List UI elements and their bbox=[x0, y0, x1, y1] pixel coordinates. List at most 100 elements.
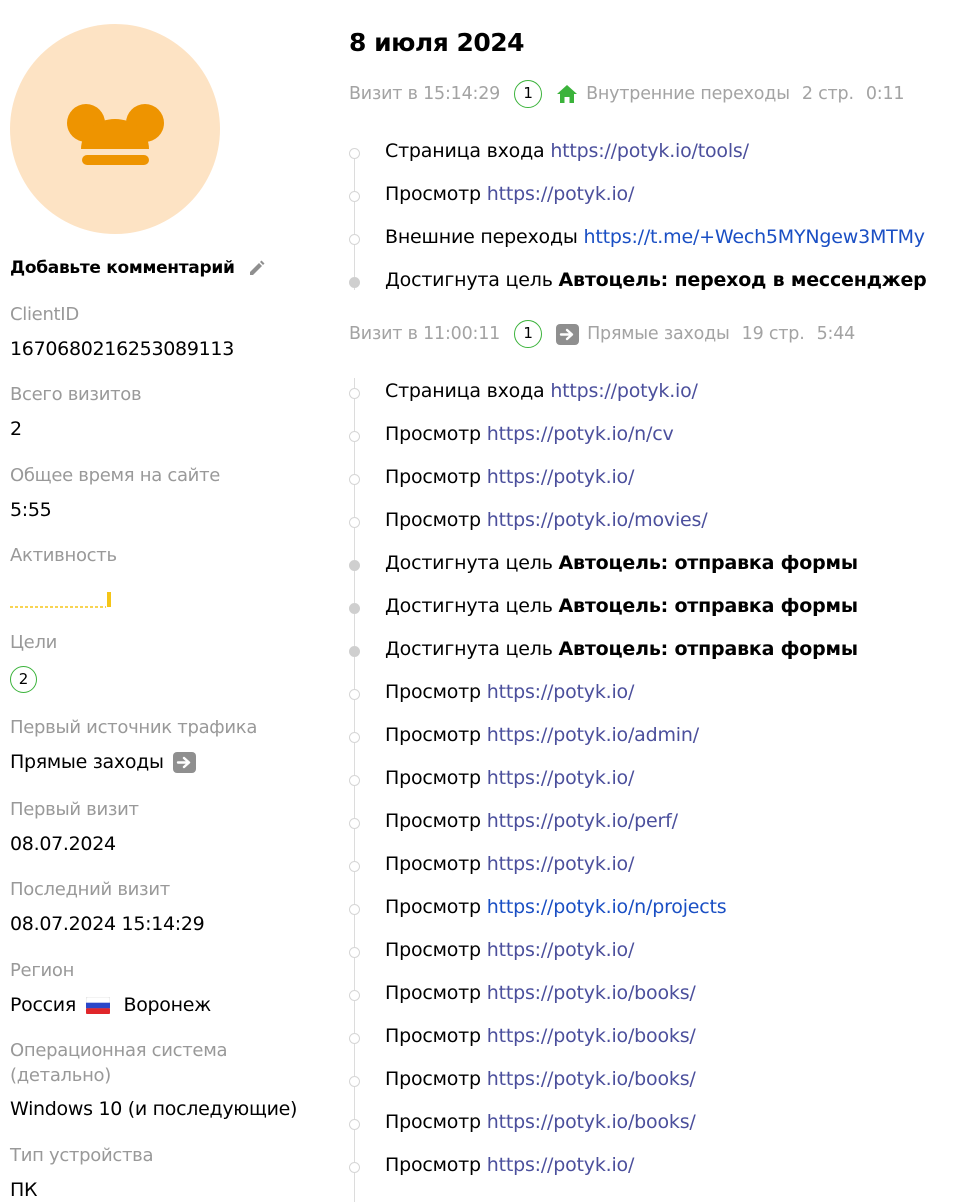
page-event: Просмотр https://potyk.io/perf/ bbox=[385, 810, 678, 832]
page-event: Просмотр https://potyk.io/books/ bbox=[385, 1025, 696, 1047]
event-type: Просмотр bbox=[385, 767, 481, 789]
event-marker-dot bbox=[349, 904, 360, 915]
event-url-link[interactable]: https://potyk.io/books/ bbox=[487, 1025, 696, 1047]
event-url-link[interactable]: https://potyk.io/movies/ bbox=[487, 509, 708, 531]
event-url-link[interactable]: https://potyk.io/perf/ bbox=[487, 810, 678, 832]
event-type: Страница входа bbox=[385, 140, 545, 162]
event-url-link[interactable]: https://potyk.io/books/ bbox=[487, 1068, 696, 1090]
event-type: Просмотр bbox=[385, 1068, 481, 1090]
first-visit-value: 08.07.2024 bbox=[10, 833, 116, 855]
event-url-link[interactable]: https://potyk.io/ bbox=[487, 767, 635, 789]
region-country: Россия bbox=[10, 994, 76, 1016]
goal-name: Автоцель: отправка формы bbox=[558, 552, 858, 574]
visit-source: Прямые заходы bbox=[587, 324, 730, 344]
device-type-label: Тип устройства bbox=[10, 1145, 154, 1166]
region-city: Воронеж bbox=[123, 994, 211, 1016]
event-url-link[interactable]: https://potyk.io/ bbox=[487, 466, 635, 488]
page-event: Просмотр https://potyk.io/movies/ bbox=[385, 509, 708, 531]
event-marker-dot bbox=[349, 1033, 360, 1044]
event-marker-dot bbox=[349, 1162, 360, 1173]
event-type: Просмотр bbox=[385, 810, 481, 832]
visit-time: Визит в 15:14:29 bbox=[349, 84, 501, 104]
visit-pages: 2 стр. bbox=[801, 84, 854, 104]
first-source-text: Прямые заходы bbox=[10, 751, 164, 773]
event-url-link[interactable]: https://t.me/+Wech5MYNgew3MTMy bbox=[584, 226, 925, 248]
timeline-date: 8 июля 2024 bbox=[349, 28, 525, 57]
event-type: Просмотр bbox=[385, 853, 481, 875]
goals-label: Цели bbox=[10, 632, 58, 653]
clientid-label: ClientID bbox=[10, 304, 79, 325]
page-event: Просмотр https://potyk.io/ bbox=[385, 183, 634, 205]
page-event: Просмотр https://potyk.io/ bbox=[385, 853, 634, 875]
event-marker-dot bbox=[349, 431, 360, 442]
event-url-link[interactable]: https://potyk.io/books/ bbox=[487, 1111, 696, 1133]
visits-timeline: 8 июля 2024 Визит в 15:14:29 1 Внутренни… bbox=[330, 0, 958, 1202]
page-event: Просмотр https://potyk.io/ bbox=[385, 1154, 634, 1176]
page-event: Просмотр https://potyk.io/ bbox=[385, 767, 634, 789]
event-url-link[interactable]: https://potyk.io/ bbox=[487, 939, 635, 961]
event-url-link[interactable]: https://potyk.io/books/ bbox=[487, 982, 696, 1004]
goal-event: Достигнута цель Автоцель: отправка формы bbox=[385, 552, 858, 574]
event-marker-dot bbox=[349, 818, 360, 829]
activity-sparkline bbox=[10, 592, 111, 608]
event-type: Достигнута цель bbox=[385, 638, 553, 660]
event-type: Просмотр bbox=[385, 509, 481, 531]
goal-marker-dot bbox=[349, 560, 360, 571]
page-event: Просмотр https://potyk.io/ bbox=[385, 681, 634, 703]
page-event: Внешние переходы https://t.me/+Wech5MYNg… bbox=[385, 226, 925, 248]
event-marker-dot bbox=[349, 1119, 360, 1130]
page-event: Просмотр https://potyk.io/books/ bbox=[385, 982, 696, 1004]
pencil-icon bbox=[250, 260, 265, 275]
event-url-link[interactable]: https://potyk.io/n/projects bbox=[487, 896, 727, 918]
event-type: Просмотр bbox=[385, 423, 481, 445]
visit-duration: 5:44 bbox=[816, 324, 856, 344]
goal-marker-dot bbox=[349, 277, 360, 288]
event-type: Просмотр bbox=[385, 681, 481, 703]
event-type: Просмотр bbox=[385, 466, 481, 488]
event-url-link[interactable]: https://potyk.io/ bbox=[550, 380, 698, 402]
event-url-link[interactable]: https://potyk.io/tools/ bbox=[550, 140, 749, 162]
add-comment-button[interactable]: Добавьте комментарий bbox=[10, 258, 266, 278]
visit-header[interactable]: Визит в 15:14:29 1 Внутренние переходы 2… bbox=[349, 80, 905, 108]
event-type: Просмотр bbox=[385, 724, 481, 746]
last-visit-value: 08.07.2024 15:14:29 bbox=[10, 913, 205, 935]
page-event: Просмотр https://potyk.io/n/cv bbox=[385, 423, 674, 445]
page-event: Просмотр https://potyk.io/ bbox=[385, 939, 634, 961]
visit-pages: 19 стр. bbox=[741, 324, 805, 344]
page-event: Просмотр https://potyk.io/books/ bbox=[385, 1068, 696, 1090]
total-visits-value: 2 bbox=[10, 418, 22, 440]
event-marker-dot bbox=[349, 775, 360, 786]
event-url-link[interactable]: https://potyk.io/n/cv bbox=[487, 423, 674, 445]
goal-name: Автоцель: отправка формы bbox=[558, 595, 858, 617]
event-url-link[interactable]: https://potyk.io/ bbox=[487, 1154, 635, 1176]
event-type: Просмотр bbox=[385, 939, 481, 961]
event-marker-dot bbox=[349, 861, 360, 872]
event-url-link[interactable]: https://potyk.io/ bbox=[487, 183, 635, 205]
goal-marker-dot bbox=[349, 646, 360, 657]
page-event: Просмотр https://potyk.io/admin/ bbox=[385, 724, 699, 746]
event-type: Страница входа bbox=[385, 380, 545, 402]
event-url-link[interactable]: https://potyk.io/ bbox=[487, 853, 635, 875]
visit-source: Внутренние переходы bbox=[586, 84, 790, 104]
visit-duration: 0:11 bbox=[865, 84, 905, 104]
event-type: Достигнута цель bbox=[385, 552, 553, 574]
os-value: Windows 10 (и последующие) bbox=[10, 1098, 298, 1120]
arrow-right-icon bbox=[556, 323, 580, 345]
visit-goals-badge[interactable]: 1 bbox=[514, 80, 543, 108]
last-visit-label: Последний визит bbox=[10, 879, 170, 900]
house-icon bbox=[557, 85, 578, 103]
visit-header[interactable]: Визит в 11:00:11 1 Прямые заходы 19 стр.… bbox=[349, 320, 855, 348]
region-label: Регион bbox=[10, 960, 75, 981]
event-marker-dot bbox=[349, 517, 360, 528]
page-event: Просмотр https://potyk.io/ bbox=[385, 466, 634, 488]
visit-goals-badge[interactable]: 1 bbox=[514, 320, 543, 348]
event-url-link[interactable]: https://potyk.io/ bbox=[487, 681, 635, 703]
event-type: Просмотр bbox=[385, 982, 481, 1004]
event-url-link[interactable]: https://potyk.io/admin/ bbox=[487, 724, 699, 746]
page-event: Просмотр https://potyk.io/books/ bbox=[385, 1111, 696, 1133]
event-marker-dot bbox=[349, 388, 360, 399]
goal-event: Достигнута цель Автоцель: отправка формы bbox=[385, 638, 858, 660]
goals-count-badge[interactable]: 2 bbox=[10, 666, 37, 693]
arrow-right-icon bbox=[173, 752, 197, 773]
event-marker-dot bbox=[349, 148, 360, 159]
